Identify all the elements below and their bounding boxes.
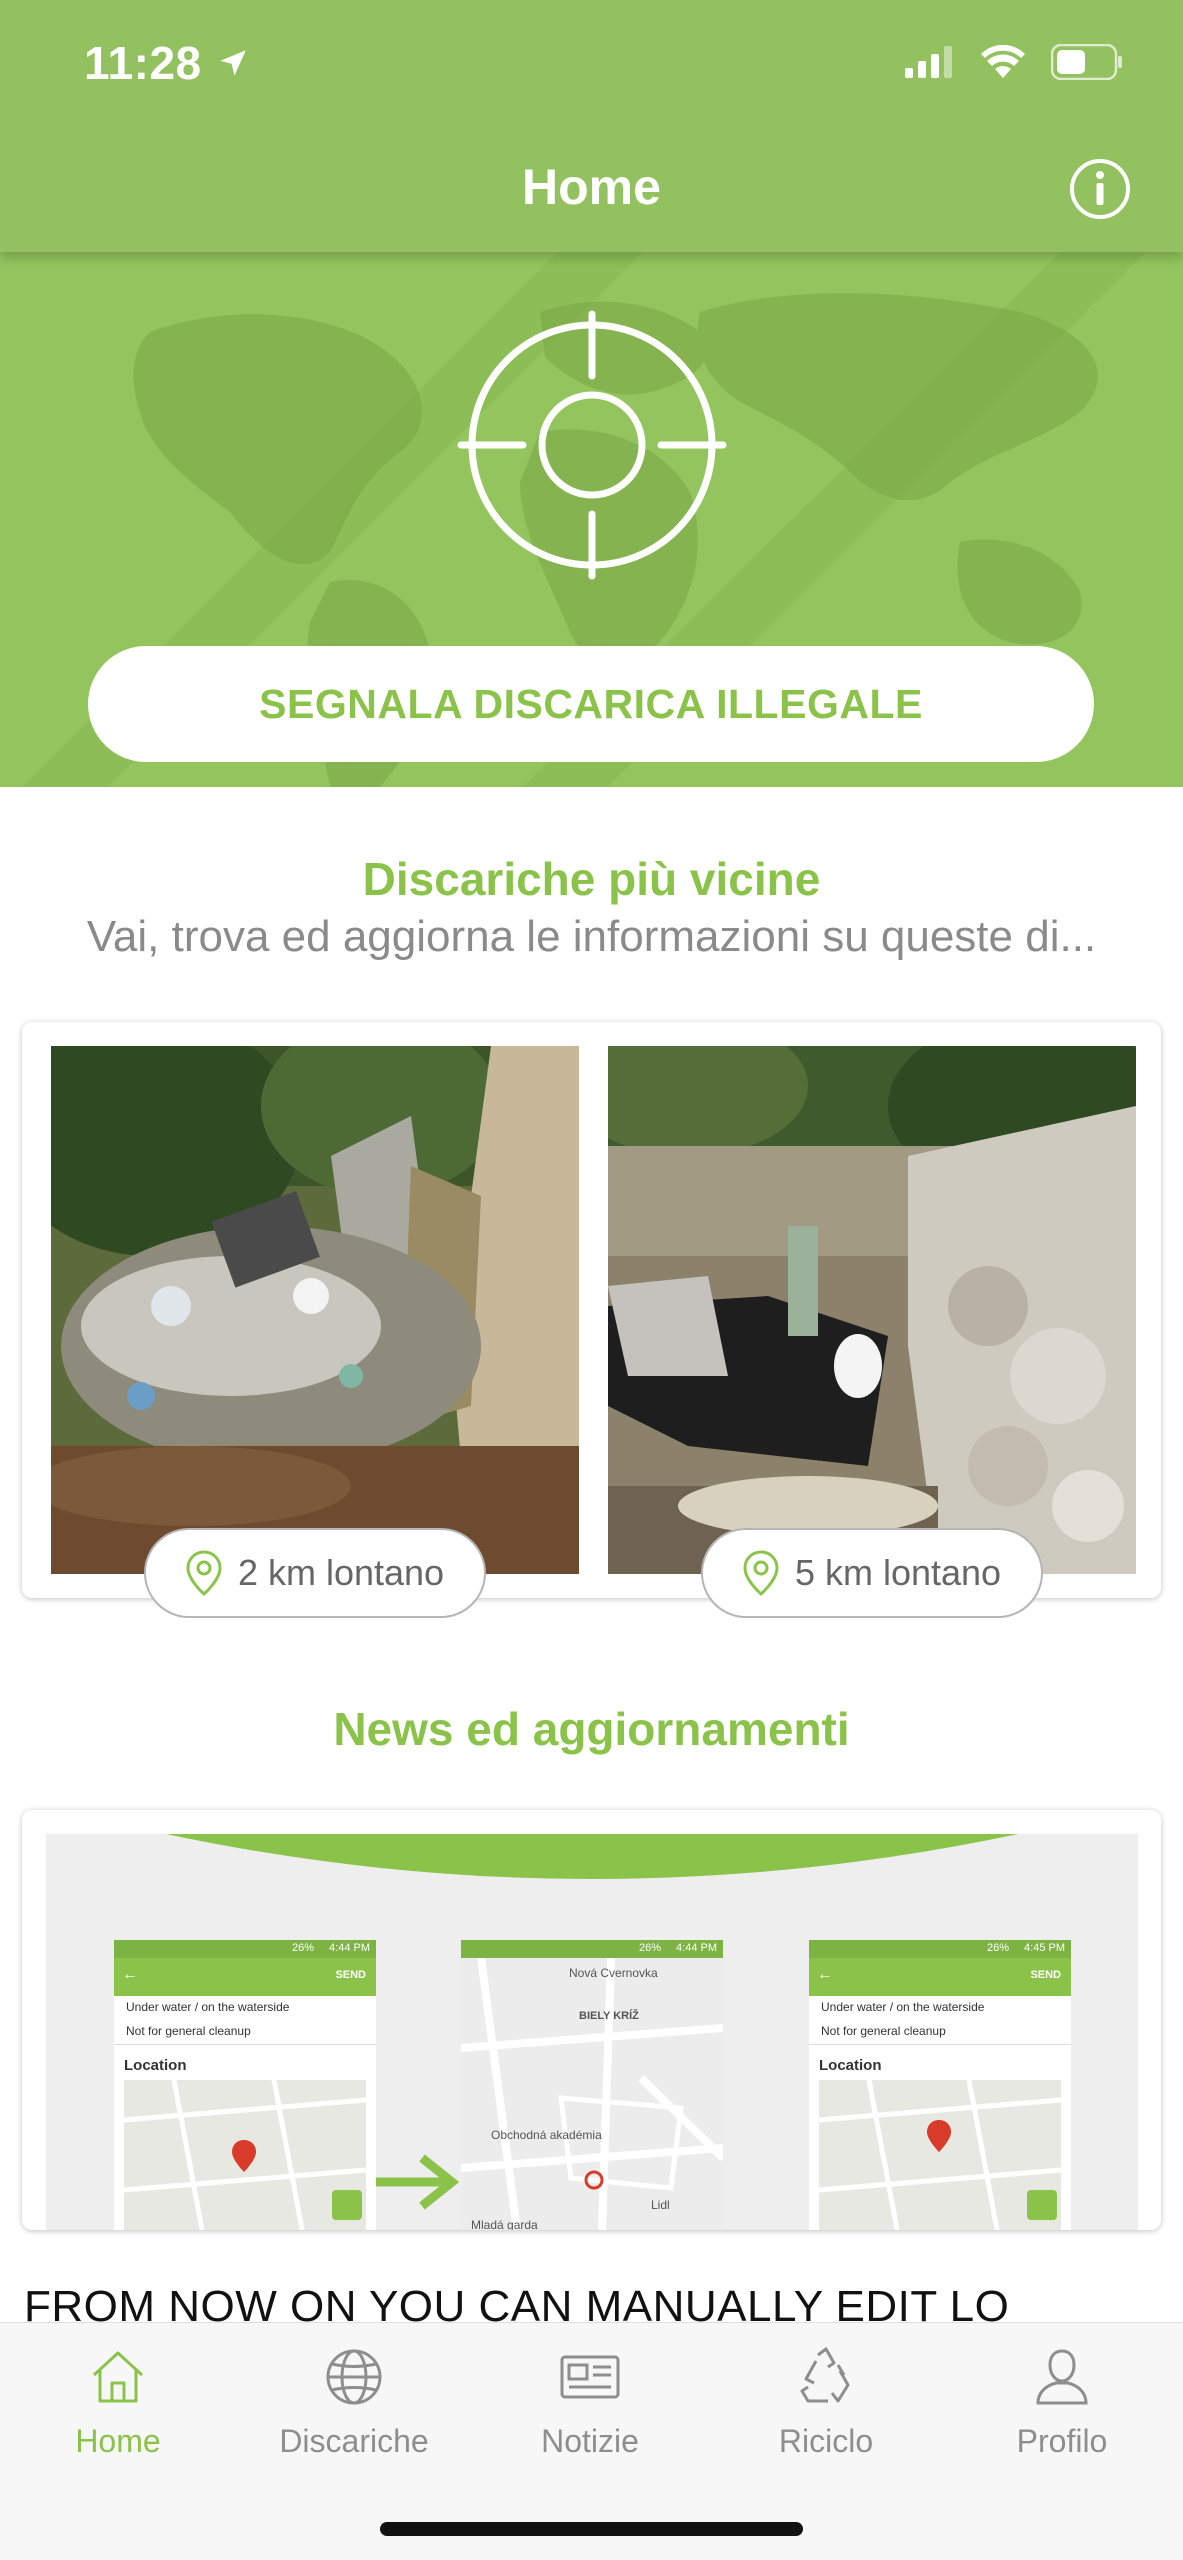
battery-icon [1051,44,1122,80]
phone-row-label: Not for general cleanup [821,2024,946,2038]
status-indicators [905,44,1123,80]
phone-toolbar: ← SEND [114,1958,376,1996]
back-arrow-icon: ← [122,1966,138,1983]
tab-label: Riciclo [778,2423,874,2459]
phone-map [461,1957,723,2230]
nearby-dumps-card: 2 km lontano 5 km lontano [22,1022,1161,1618]
phone-row: Under water / on the waterside [821,2000,985,2014]
news-image-arc [166,1834,1018,1879]
app-header: 11:28 Home [0,0,1183,252]
crosshair-icon[interactable] [457,310,727,580]
phone-status-bar: 4:44 PM 26% [461,1940,723,1958]
phone-time: 4:44 PM [676,1942,717,1954]
distance-badge: 5 km lontano [701,1528,1043,1618]
map-place-label: Obchodná akadémia [491,2128,602,2142]
info-icon[interactable] [1069,158,1131,220]
status-clock: 11:28 [84,36,250,90]
distance-badge: 2 km lontano [144,1528,486,1618]
phone-row: Not for general cleanup [809,2018,1071,2045]
phone-send-label: SEND [1030,1969,1061,1981]
phone-send-label: SEND [335,1969,366,1981]
home-icon [92,2351,144,2403]
wifi-icon [981,45,1025,78]
phone-toolbar: ← SEND [809,1958,1071,1996]
app-screenshot-form: 4:45 PM 26% ← SEND Under water / on the … [809,1940,1071,2230]
phone-row-label: Not for general cleanup [126,2024,251,2038]
map-place-label: Nová Cvernovka [569,1966,658,1980]
nearby-section-subtitle: Vai, trova ed aggiorna le informazioni s… [86,912,1097,961]
phone-status-bar: 4:44 PM 26% [114,1940,376,1958]
location-pin-icon [186,1550,222,1596]
map-place-label: Lidl [651,2198,670,2212]
phone-battery: 26% [291,1942,314,1954]
tab-label: Profilo [1016,2423,1108,2459]
hero-banner: SEGNALA DISCARICA ILLEGALE [0,252,1183,787]
globe-icon [326,2349,382,2405]
phone-map [123,2079,367,2230]
tab-discariche[interactable]: Discariche [236,2345,472,2485]
phone-battery: 26% [986,1942,1009,1954]
signal-icon [905,46,952,78]
map-place-label: BIELY KRÍŽ [579,2010,639,2022]
tab-label: Notizie [541,2423,639,2459]
tab-notizie[interactable]: Notizie [472,2345,708,2485]
phone-row: Not for general cleanup [114,2018,376,2045]
distance-label: 2 km lontano [237,1552,445,1593]
nearby-section-title: Discariche più vicine [362,853,821,905]
page-title: Home [522,159,661,215]
phone-battery: 26% [638,1942,661,1954]
location-pin-icon [743,1550,779,1596]
dump-photo[interactable] [51,1046,579,1574]
news-section-title: News ed aggiornamenti [333,1703,850,1755]
report-illegal-dump-button[interactable]: SEGNALA DISCARICA ILLEGALE [88,646,1094,762]
phone-row: Under water / on the waterside [126,2000,290,2014]
phone-time: 4:44 PM [329,1942,370,1954]
tab-label: Home [75,2423,161,2459]
location-arrow-icon [219,50,246,76]
news-image: 4:44 PM 26% ← SEND Under water / on the … [46,1834,1138,2230]
newspaper-icon [560,2355,620,2399]
status-time: 11:28 [84,37,202,89]
tab-riciclo[interactable]: Riciclo [708,2345,944,2485]
back-arrow-icon: ← [817,1966,833,1983]
phone-section-label: Location [819,2057,882,2074]
dump-photo[interactable] [608,1046,1136,1574]
app-screenshot-map: 4:44 PM 26% Nová Cvernovka BIELY KRÍŽ Ob… [461,1940,723,2230]
map-place-label: Mladá garda [471,2218,538,2230]
phone-section-label: Location [124,2057,187,2074]
phone-status-bar: 4:45 PM 26% [809,1940,1071,1958]
tab-home[interactable]: Home [0,2345,236,2485]
recycle-icon [800,2347,850,2403]
phone-time: 4:45 PM [1024,1942,1065,1954]
user-icon [1036,2349,1088,2405]
app-screenshot-form: 4:44 PM 26% ← SEND Under water / on the … [114,1940,376,2230]
news-card[interactable]: 4:44 PM 26% ← SEND Under water / on the … [22,1810,1161,2230]
home-indicator[interactable] [380,2522,803,2536]
tab-label: Discariche [279,2423,429,2459]
tab-profilo[interactable]: Profilo [944,2345,1180,2485]
distance-label: 5 km lontano [794,1552,1002,1593]
phone-map [818,2079,1062,2230]
arrow-right-icon [376,2154,460,2210]
